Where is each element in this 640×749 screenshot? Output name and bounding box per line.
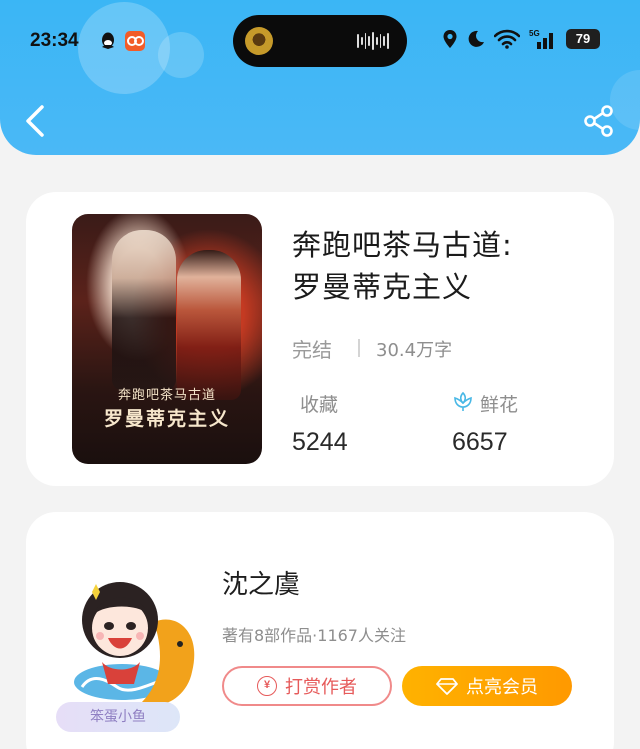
decor-bubble bbox=[158, 32, 204, 78]
wifi-icon bbox=[494, 29, 520, 49]
diamond-icon bbox=[436, 678, 458, 695]
chevron-left-icon[interactable] bbox=[22, 104, 48, 138]
share-icon[interactable] bbox=[582, 104, 616, 138]
book-status: 完结 bbox=[292, 338, 332, 362]
cover-figure bbox=[177, 250, 241, 400]
music-cover-icon bbox=[245, 27, 273, 55]
tip-author-button[interactable]: ¥ 打赏作者 bbox=[222, 666, 392, 706]
battery-icon: 79 bbox=[566, 29, 600, 49]
cover-title-small: 奔跑吧茶马古道 bbox=[117, 388, 216, 403]
book-title: 奔跑吧茶马古道: 罗曼蒂克主义 bbox=[292, 224, 592, 308]
book-title-line2: 罗曼蒂克主义 bbox=[292, 270, 473, 304]
activate-vip-button[interactable]: 点亮会员 bbox=[402, 666, 572, 706]
status-icons: 5G 79 bbox=[442, 28, 600, 50]
5g-signal-icon: 5G bbox=[529, 29, 553, 49]
book-info-card: 奔跑吧茶马古道 罗曼蒂克主义 奔跑吧茶马古道: 罗曼蒂克主义 完结 30.4万字… bbox=[26, 192, 614, 486]
moon-icon bbox=[468, 30, 484, 47]
author-badge: 笨蛋小鱼 bbox=[56, 702, 180, 732]
tip-author-label: 打赏作者 bbox=[285, 677, 357, 698]
svg-text:5G: 5G bbox=[529, 29, 540, 38]
flowers-value: 6657 bbox=[452, 428, 508, 456]
author-meta: 著有8部作品·1167人关注 bbox=[222, 626, 406, 645]
flower-icon bbox=[454, 391, 472, 411]
author-card: 笨蛋小鱼 沈之虞 著有8部作品·1167人关注 ¥ 打赏作者 点亮会员 bbox=[26, 512, 614, 749]
flowers-label: 鲜花 bbox=[480, 394, 519, 416]
cover-title-big: 罗曼蒂克主义 bbox=[103, 408, 230, 430]
status-time: 23:34 bbox=[30, 30, 79, 51]
app-icon bbox=[125, 31, 145, 51]
book-cover[interactable]: 奔跑吧茶马古道 罗曼蒂克主义 bbox=[72, 214, 262, 464]
location-icon bbox=[443, 30, 457, 48]
favorites-label: 收藏 bbox=[300, 394, 339, 416]
decor-bubble bbox=[78, 2, 170, 94]
word-count: 30.4万字 bbox=[376, 340, 453, 361]
cover-figure bbox=[112, 230, 176, 390]
dynamic-island[interactable] bbox=[233, 15, 407, 67]
qq-icon bbox=[102, 32, 114, 49]
activate-vip-label: 点亮会员 bbox=[466, 677, 538, 698]
book-title-line1: 奔跑吧茶马古道: bbox=[292, 228, 513, 262]
favorites-value: 5244 bbox=[292, 428, 348, 456]
author-name: 沈之虞 bbox=[222, 570, 301, 600]
audio-wave-icon bbox=[357, 32, 390, 50]
divider bbox=[358, 339, 360, 357]
top-header: 23:34 5G 79 bbox=[0, 0, 640, 155]
yen-coin-icon: ¥ bbox=[257, 676, 277, 696]
